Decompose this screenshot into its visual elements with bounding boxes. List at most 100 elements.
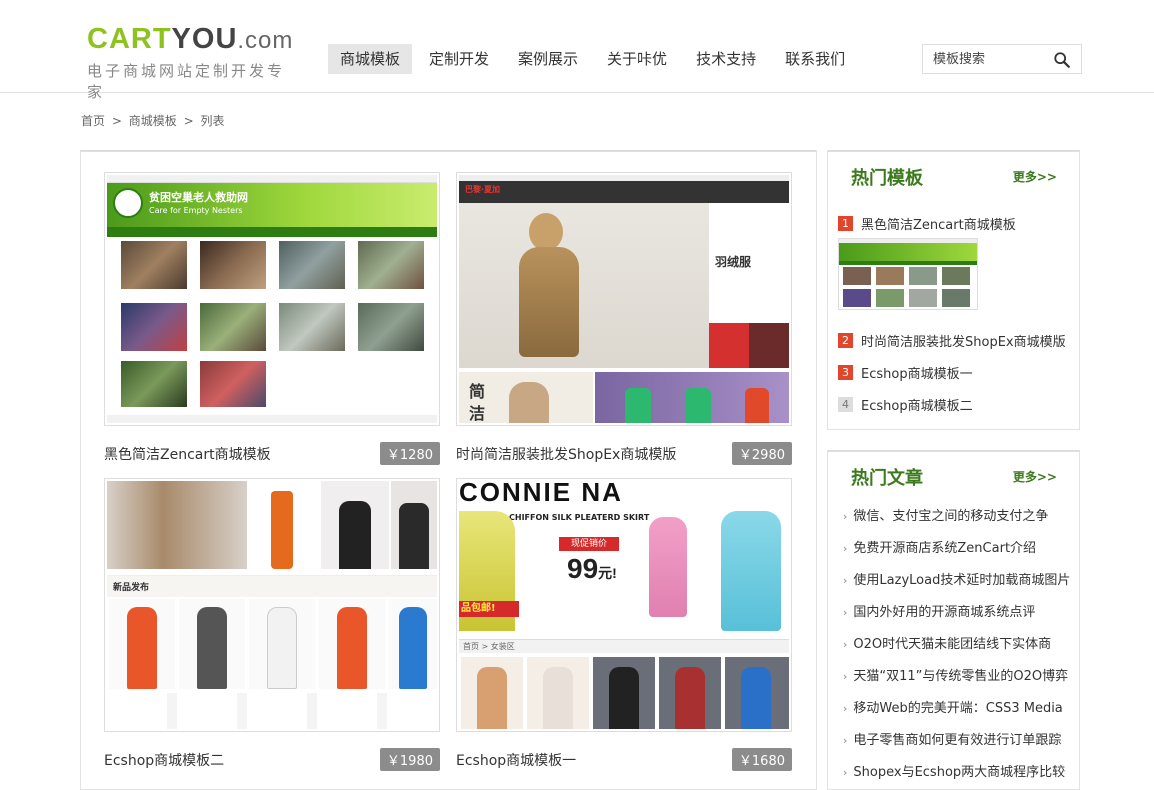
chevron-right-icon: › [843, 606, 848, 619]
article-title[interactable]: 微信、支付宝之间的移动支付之争 [853, 509, 1048, 524]
site-logo[interactable]: CARTYOU.com 电子商城网站定制开发专家 [87, 23, 302, 101]
search-input[interactable] [923, 45, 1043, 73]
nav-item-about[interactable]: 关于咔优 [595, 44, 679, 74]
article-title[interactable]: 免费开源商店系统ZenCart介绍 [853, 541, 1036, 556]
thumb-label: 新品发布 [113, 583, 150, 593]
site-header: CARTYOU.com 电子商城网站定制开发专家 商城模板 定制开发 案例展示 … [0, 0, 1154, 101]
article-link[interactable]: › 天猫“双11”与传统零售业的O2O博弈 [843, 665, 1068, 684]
chevron-right-icon: › [843, 734, 848, 747]
product-title[interactable]: Ecshop商城模板一 [456, 750, 576, 770]
article-link[interactable]: › 免费开源商店系统ZenCart介绍 [843, 537, 1036, 556]
article-title[interactable]: 电子零售商如何更有效进行订单跟踪 [853, 733, 1061, 748]
logo-you-text: YOU [171, 23, 238, 55]
product-card[interactable]: 新品发布 Ecshop商城模板二 ￥1980 [104, 478, 440, 772]
product-title[interactable]: Ecshop商城模板二 [104, 750, 224, 770]
chevron-right-icon: › [843, 638, 848, 651]
thumb-banner-text: 贫困空巢老人救助网 [149, 191, 248, 204]
article-title[interactable]: 天猫“双11”与传统零售业的O2O博弈 [853, 669, 1068, 684]
breadcrumb: 首页 > 商城模板 > 列表 [81, 112, 227, 129]
breadcrumb-current: 列表 [200, 114, 225, 128]
rank-badge: 1 [838, 216, 853, 231]
hot-templates-title: 热门模板 [851, 168, 923, 189]
hot-articles-panel: 热门文章 更多>> › 微信、支付宝之间的移动支付之争 › 免费开源商店系统ZenC… [827, 450, 1080, 790]
search-box [922, 44, 1082, 74]
product-card[interactable]: 贫困空巢老人救助网 Care for Empty Nesters 黑色简洁Zen… [104, 172, 440, 466]
article-title[interactable]: 移动Web的完美开端：CSS3 Media [853, 701, 1062, 716]
thumb-promo: 现促销价 [559, 537, 619, 551]
main-nav: 商城模板 定制开发 案例展示 关于咔优 技术支持 联系我们 [328, 44, 862, 74]
product-thumbnail[interactable]: CONNIE NA CHIFFON SILK PLEATERD SKIRT 现促… [456, 478, 792, 732]
article-link[interactable]: › 使用LazyLoad技术延时加载商城图片 [843, 569, 1070, 588]
product-title[interactable]: 时尚简洁服装批发ShopEx商城模版 [456, 444, 676, 464]
hot-template-thumbnail[interactable] [838, 238, 978, 310]
nav-item-cases[interactable]: 案例展示 [506, 44, 590, 74]
thumb-brand: 巴黎·夏加 [465, 185, 501, 194]
thumb-char: 简 [469, 382, 486, 401]
article-link[interactable]: › 国内外好用的开源商城系统点评 [843, 601, 1035, 620]
hot-template-label[interactable]: Ecshop商城模板二 [861, 395, 973, 414]
product-card[interactable]: 巴黎·夏加 羽绒服 简 洁 时尚简洁服装批发ShopEx商城模版 ￥2980 [456, 172, 792, 466]
thumb-char: 洁 [469, 404, 486, 423]
product-grid: 贫困空巢老人救助网 Care for Empty Nesters 黑色简洁Zen… [80, 150, 817, 790]
article-link[interactable]: › Shopex与Ecshop两大商城程序比较 [843, 761, 1065, 780]
thumb-banner: 贫困空巢老人救助网 Care for Empty Nesters [107, 183, 437, 227]
hot-template-label[interactable]: Ecshop商城模板一 [861, 363, 973, 382]
product-price: ￥2980 [731, 442, 792, 465]
product-price: ￥1680 [731, 748, 792, 771]
article-title[interactable]: 使用LazyLoad技术延时加载商城图片 [853, 573, 1070, 588]
product-card[interactable]: CONNIE NA CHIFFON SILK PLEATERD SKIRT 现促… [456, 478, 792, 772]
hot-articles-title: 热门文章 [851, 468, 923, 489]
rank-badge: 2 [838, 333, 853, 348]
article-link[interactable]: › 电子零售商如何更有效进行订单跟踪 [843, 729, 1061, 748]
chevron-right-icon: › [843, 702, 848, 715]
nav-item-support[interactable]: 技术支持 [684, 44, 768, 74]
breadcrumb-sep: > [111, 114, 122, 128]
article-title[interactable]: Shopex与Ecshop两大商城程序比较 [853, 765, 1065, 780]
thumb-category: 首页 > 女装区 [463, 642, 515, 651]
breadcrumb-sep: > [183, 114, 194, 128]
hot-template-item[interactable]: 1 黑色简洁Zencart商城模板 [838, 214, 1016, 233]
hot-articles-more-link[interactable]: 更多>> [1013, 468, 1057, 485]
breadcrumb-home[interactable]: 首页 [81, 114, 105, 128]
article-link[interactable]: › O2O时代天猫未能团结线下实体商 [843, 633, 1051, 652]
hot-template-item[interactable]: 3 Ecshop商城模板一 [838, 363, 973, 382]
product-thumbnail[interactable]: 贫困空巢老人救助网 Care for Empty Nesters [104, 172, 440, 426]
logo-tagline: 电子商城网站定制开发专家 [87, 62, 286, 101]
product-price: ￥1980 [379, 748, 440, 771]
hot-templates-panel: 热门模板 更多>> 1 黑色简洁Zencart商城模板 2 时尚简洁服装批发Sh… [827, 150, 1080, 430]
thumb-sub: CHIFFON SILK PLEATERD SKIRT [509, 513, 650, 522]
tree-logo-icon [113, 188, 143, 218]
rank-badge: 3 [838, 365, 853, 380]
article-title[interactable]: O2O时代天猫未能团结线下实体商 [853, 637, 1051, 652]
logo-domain-text: .com [237, 27, 294, 54]
hot-template-label[interactable]: 黑色简洁Zencart商城模板 [861, 214, 1016, 233]
product-price: ￥1280 [379, 442, 440, 465]
article-link[interactable]: › 移动Web的完美开端：CSS3 Media [843, 697, 1063, 716]
thumb-unit: 元! [598, 565, 617, 581]
thumb-topbar: 巴黎·夏加 [459, 181, 789, 203]
chevron-right-icon: › [843, 574, 848, 587]
hot-templates-more-link[interactable]: 更多>> [1013, 168, 1057, 185]
rank-badge: 4 [838, 397, 853, 412]
product-title[interactable]: 黑色简洁Zencart商城模板 [104, 444, 271, 464]
thumb-brand: CONNIE NA [459, 481, 623, 507]
hot-template-item[interactable]: 4 Ecshop商城模板二 [838, 395, 973, 414]
product-thumbnail[interactable]: 巴黎·夏加 羽绒服 简 洁 [456, 172, 792, 426]
article-title[interactable]: 国内外好用的开源商城系统点评 [853, 605, 1035, 620]
chevron-right-icon: › [843, 510, 848, 523]
article-link[interactable]: › 微信、支付宝之间的移动支付之争 [843, 505, 1048, 524]
chevron-right-icon: › [843, 670, 848, 683]
hot-template-label[interactable]: 时尚简洁服装批发ShopEx商城模版 [861, 331, 1066, 350]
nav-item-custom-dev[interactable]: 定制开发 [417, 44, 501, 74]
thumb-label: 羽绒服 [715, 255, 752, 269]
thumb-ship: 品包邮! [459, 601, 519, 617]
chevron-right-icon: › [843, 766, 848, 779]
product-thumbnail[interactable]: 新品发布 [104, 478, 440, 732]
thumb-price: 99 [567, 553, 599, 584]
thumb-banner-sub: Care for Empty Nesters [149, 206, 243, 215]
nav-item-contact[interactable]: 联系我们 [773, 44, 857, 74]
nav-item-templates[interactable]: 商城模板 [328, 44, 413, 74]
search-icon[interactable] [1053, 51, 1071, 69]
breadcrumb-templates[interactable]: 商城模板 [129, 114, 177, 128]
hot-template-item[interactable]: 2 时尚简洁服装批发ShopEx商城模版 [838, 331, 1066, 350]
